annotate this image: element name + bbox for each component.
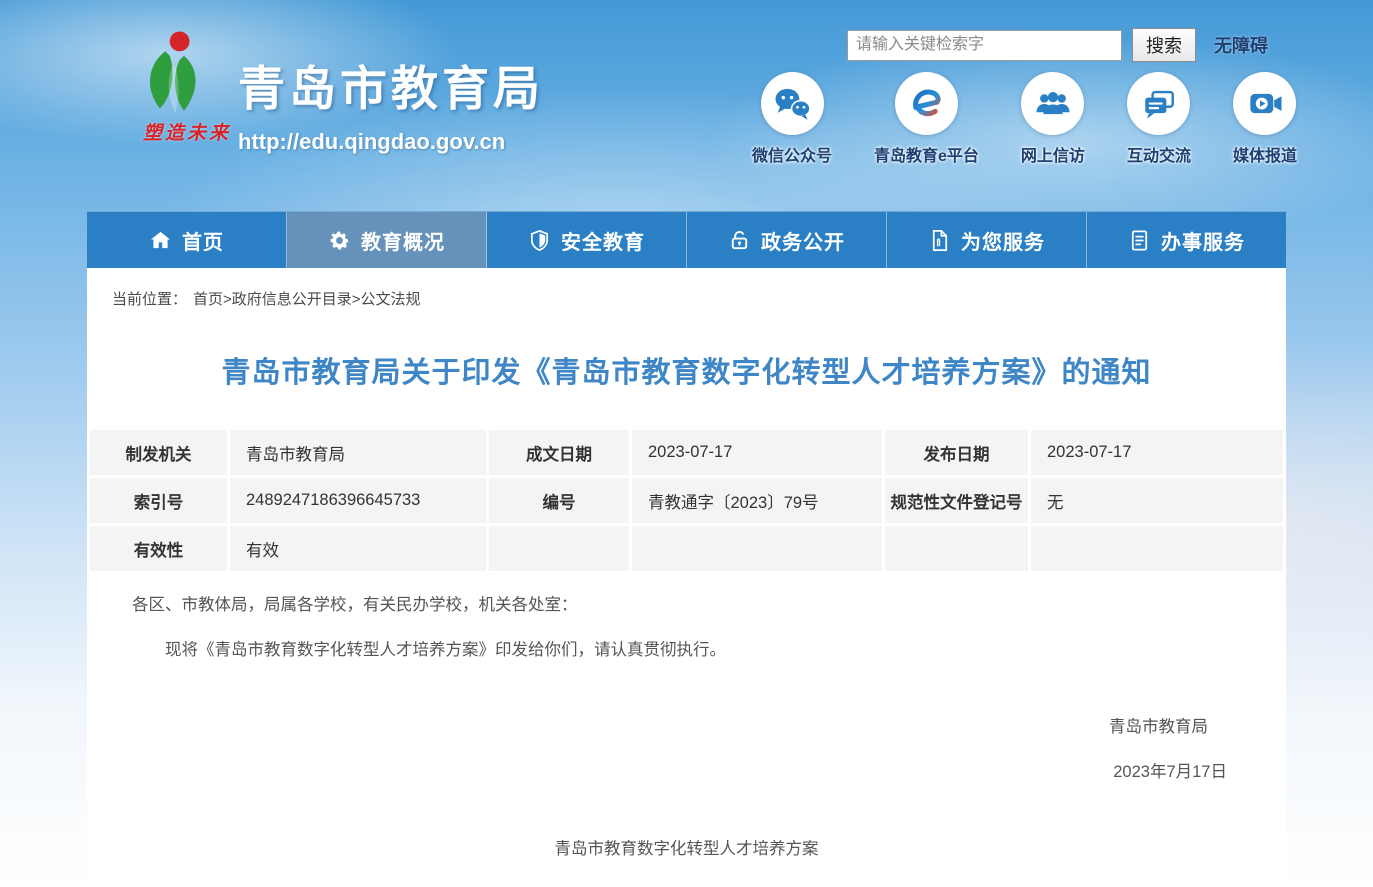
meta-value-empty: [632, 526, 882, 571]
meta-value-doc-number: 青教通字〔2023〕79号: [632, 478, 882, 523]
document-meta-table: 制发机关 青岛市教育局 成文日期 2023-07-17 发布日期 2023-07…: [87, 427, 1286, 574]
breadcrumb-prefix: 当前位置：: [112, 291, 187, 308]
site-title: 青岛市教育局: [238, 50, 544, 119]
quick-link-label: 青岛教育e平台: [874, 142, 979, 166]
quick-link-interaction[interactable]: 互动交流: [1127, 72, 1191, 166]
meta-value-issuing-agency: 青岛市教育局: [230, 430, 486, 475]
quick-link-label: 互动交流: [1127, 142, 1191, 166]
meta-label-registration-number: 规范性文件登记号: [885, 478, 1028, 523]
quick-link-label: 微信公众号: [752, 142, 832, 166]
meta-label-empty: [489, 526, 629, 571]
document-subtitle: 青岛市教育数字化转型人才培养方案: [87, 835, 1286, 859]
body-paragraph: 现将《青岛市教育数字化转型人才培养方案》印发给你们，请认真贯彻执行。: [132, 636, 1241, 660]
meta-value-index-number: 2489247186396645733: [230, 478, 486, 523]
lock-icon: [728, 229, 751, 252]
site-url: http://edu.qingdao.gov.cn: [238, 129, 544, 155]
salutation-text: 各区、市教体局，局属各学校，有关民办学校，机关各处室：: [132, 591, 1241, 615]
gear-icon: [328, 229, 351, 252]
breadcrumb: 当前位置： 首页>政府信息公开目录>公文法规: [87, 268, 1286, 309]
meta-label-written-date: 成文日期: [489, 430, 629, 475]
nav-item-home[interactable]: 首页: [87, 212, 287, 268]
meta-label-issuing-agency: 制发机关: [90, 430, 227, 475]
meta-value-publish-date: 2023-07-17: [1031, 430, 1283, 475]
meta-label-index-number: 索引号: [90, 478, 227, 523]
petition-people-icon: [1021, 72, 1084, 135]
nav-item-label: 办事服务: [1161, 226, 1245, 255]
quick-link-wechat[interactable]: 微信公众号: [752, 72, 832, 166]
shield-icon: [528, 229, 551, 252]
nav-item-services-for-you[interactable]: 为您服务: [887, 212, 1087, 268]
signature-date: 2023年7月17日: [87, 758, 1286, 782]
meta-label-validity: 有效性: [90, 526, 227, 571]
doc-lines-icon: [1128, 229, 1151, 252]
page-title: 青岛市教育局关于印发《青岛市教育数字化转型人才培养方案》的通知: [87, 349, 1286, 391]
breadcrumb-path[interactable]: 首页>政府信息公开目录>公文法规: [193, 291, 421, 308]
wechat-icon: [761, 72, 824, 135]
quick-links: 微信公众号 青岛教育e平台: [752, 72, 1297, 166]
table-row: 制发机关 青岛市教育局 成文日期 2023-07-17 发布日期 2023-07…: [90, 430, 1283, 475]
quick-link-label: 网上信访: [1021, 142, 1085, 166]
nav-item-label: 为您服务: [961, 226, 1045, 255]
nav-item-label: 政务公开: [761, 226, 845, 255]
site-header: 塑造未来 青岛市教育局 http://edu.qingdao.gov.cn 搜索…: [0, 0, 1373, 211]
nav-item-label: 安全教育: [561, 226, 645, 255]
nav-item-label: 教育概况: [361, 226, 445, 255]
nav-item-government-affairs[interactable]: 政务公开: [687, 212, 887, 268]
meta-label-empty: [885, 526, 1028, 571]
nav-item-safety-education[interactable]: 安全教育: [487, 212, 687, 268]
nav-item-service-handling[interactable]: 办事服务: [1087, 212, 1286, 268]
home-icon: [149, 229, 172, 252]
meta-label-doc-number: 编号: [489, 478, 629, 523]
chat-bubbles-icon: [1127, 72, 1190, 135]
quick-link-media[interactable]: 媒体报道: [1233, 72, 1297, 166]
search-bar: 搜索 无障碍: [847, 28, 1268, 62]
accessibility-link[interactable]: 无障碍: [1214, 32, 1268, 58]
meta-value-validity: 有效: [230, 526, 486, 571]
site-logo[interactable]: 塑造未来 青岛市教育局 http://edu.qingdao.gov.cn: [118, 22, 544, 155]
quick-link-petition[interactable]: 网上信访: [1021, 72, 1085, 166]
nav-item-education-overview[interactable]: 教育概况: [287, 212, 487, 268]
signature-organization: 青岛市教育局: [87, 713, 1286, 737]
main-nav: 首页 教育概况 安全教育 政务公开 为您服务: [87, 211, 1286, 268]
logo-slogan: 塑造未来: [132, 118, 242, 145]
meta-value-written-date: 2023-07-17: [632, 430, 882, 475]
quick-link-label: 媒体报道: [1233, 142, 1297, 166]
table-row: 有效性 有效: [90, 526, 1283, 571]
nav-item-label: 首页: [182, 226, 224, 255]
search-button[interactable]: 搜索: [1132, 28, 1196, 62]
page-icon: [928, 229, 951, 252]
meta-value-registration-number: 无: [1031, 478, 1283, 523]
meta-label-publish-date: 发布日期: [885, 430, 1028, 475]
table-row: 索引号 2489247186396645733 编号 青教通字〔2023〕79号…: [90, 478, 1283, 523]
search-input[interactable]: [847, 30, 1122, 61]
video-camera-icon: [1233, 72, 1296, 135]
quick-link-e-platform[interactable]: 青岛教育e平台: [874, 72, 979, 166]
e-platform-icon: [895, 72, 958, 135]
main-content: 当前位置： 首页>政府信息公开目录>公文法规 青岛市教育局关于印发《青岛市教育数字…: [87, 268, 1286, 887]
meta-value-empty: [1031, 526, 1283, 571]
